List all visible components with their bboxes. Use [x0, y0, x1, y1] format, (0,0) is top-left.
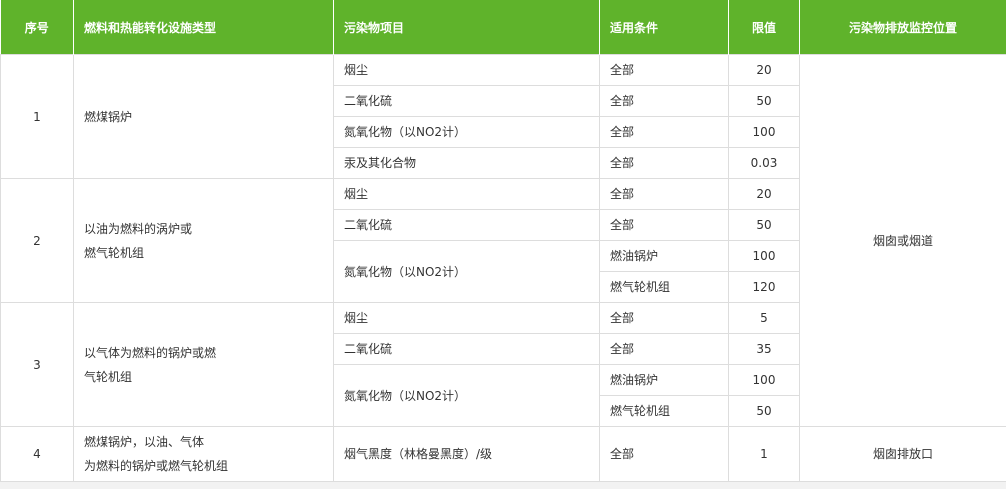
cell-condition: 全部	[599, 85, 729, 117]
cell-pollutant: 二氧化硫	[333, 85, 600, 117]
cell-condition: 燃气轮机组	[599, 271, 729, 303]
cell-no: 4	[0, 426, 74, 482]
header-facility-type: 燃料和热能转化设施类型	[73, 0, 334, 55]
cell-pollutant: 氮氧化物（以NO2计）	[333, 240, 600, 303]
cell-limit: 35	[728, 333, 800, 365]
cell-limit: 0.03	[728, 147, 800, 179]
cell-limit: 5	[728, 302, 800, 334]
cell-condition: 全部	[599, 116, 729, 148]
facility-type-line: 气轮机组	[84, 369, 133, 384]
cell-condition: 全部	[599, 426, 729, 482]
horizontal-scrollbar[interactable]	[0, 482, 1006, 489]
cell-limit: 100	[728, 240, 800, 272]
facility-type-line: 为燃料的锅炉或燃气轮机组	[84, 459, 229, 473]
cell-condition: 燃油锅炉	[599, 240, 729, 272]
cell-limit: 50	[728, 209, 800, 241]
cell-limit: 50	[728, 85, 800, 117]
cell-condition: 全部	[599, 333, 729, 365]
table-row: 1 燃煤锅炉 烟尘 全部 20 烟囱或烟道	[0, 54, 1006, 427]
table-row: 4 燃煤锅炉，以油、气体为燃料的锅炉或燃气轮机组 烟气黑度（林格曼黑度）/级 全…	[0, 426, 1006, 482]
cell-limit: 20	[728, 54, 800, 86]
cell-pollutant: 烟尘	[333, 302, 600, 334]
cell-condition: 全部	[599, 147, 729, 179]
header-condition: 适用条件	[599, 0, 729, 55]
cell-limit: 50	[728, 395, 800, 427]
cell-condition: 全部	[599, 209, 729, 241]
cell-condition: 全部	[599, 54, 729, 86]
cell-facility-type: 燃煤锅炉，以油、气体为燃料的锅炉或燃气轮机组	[73, 426, 334, 482]
cell-limit: 100	[728, 116, 800, 148]
facility-type-line: 燃煤锅炉，以油、气体	[84, 435, 205, 449]
cell-pollutant: 二氧化硫	[333, 209, 600, 241]
cell-monitor-location: 烟囱排放口	[799, 426, 1006, 482]
cell-facility-type: 以气体为燃料的锅炉或燃 气轮机组	[73, 302, 334, 427]
cell-pollutant: 烟尘	[333, 178, 600, 210]
header-monitor-location: 污染物排放监控位置	[799, 0, 1006, 55]
cell-condition: 全部	[599, 302, 729, 334]
cell-no: 2	[0, 178, 74, 303]
cell-limit: 100	[728, 364, 800, 396]
facility-type-line: 以油为燃料的涡炉或	[84, 221, 193, 236]
cell-limit: 120	[728, 271, 800, 303]
facility-type-line: 以气体为燃料的锅炉或燃	[84, 345, 217, 360]
cell-condition: 燃油锅炉	[599, 364, 729, 396]
cell-condition: 燃气轮机组	[599, 395, 729, 427]
header-limit: 限值	[728, 0, 800, 55]
cell-pollutant: 氮氧化物（以NO2计）	[333, 364, 600, 427]
cell-facility-type: 燃煤锅炉	[73, 54, 334, 179]
cell-no: 1	[0, 54, 74, 179]
cell-limit: 1	[728, 426, 800, 482]
cell-pollutant: 烟尘	[333, 54, 600, 86]
header-pollutant: 污染物项目	[333, 0, 600, 55]
cell-pollutant: 汞及其化合物	[333, 147, 600, 179]
cell-condition: 全部	[599, 178, 729, 210]
cell-monitor-location: 烟囱或烟道	[799, 54, 1006, 427]
cell-pollutant: 二氧化硫	[333, 333, 600, 365]
cell-no: 3	[0, 302, 74, 427]
header-no: 序号	[0, 0, 74, 55]
emission-standards-table: 序号 燃料和热能转化设施类型 污染物项目 适用条件 限值 污染物排放监控位置 1…	[0, 0, 1006, 482]
cell-pollutant: 氮氧化物（以NO2计）	[333, 116, 600, 148]
facility-type-line: 燃煤锅炉	[84, 109, 133, 124]
cell-limit: 20	[728, 178, 800, 210]
cell-pollutant: 烟气黑度（林格曼黑度）/级	[333, 426, 600, 482]
table-header-row: 序号 燃料和热能转化设施类型 污染物项目 适用条件 限值 污染物排放监控位置	[0, 0, 1006, 55]
facility-type-line: 燃气轮机组	[84, 245, 145, 260]
cell-facility-type: 以油为燃料的涡炉或 燃气轮机组	[73, 178, 334, 303]
